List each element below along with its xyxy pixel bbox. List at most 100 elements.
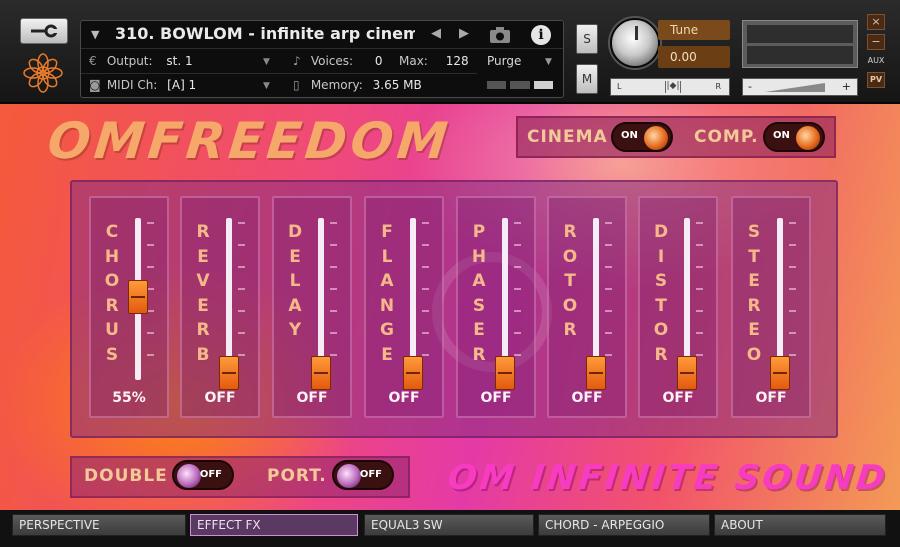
patch-menu-arrow-icon[interactable]: ▼: [91, 28, 99, 41]
tab-about[interactable]: ABOUT: [714, 514, 886, 536]
pv-button[interactable]: PV: [867, 72, 885, 88]
volume-slider[interactable]: - +: [742, 78, 858, 96]
volume-ramp-icon: [765, 83, 825, 92]
aux-button[interactable]: AUX: [866, 56, 886, 65]
purge-dropdown-icon[interactable]: ▼: [545, 57, 552, 67]
pan-slider[interactable]: L |◆| R: [610, 78, 730, 96]
camera-icon[interactable]: [485, 23, 515, 47]
fx-slider-ticks: [696, 222, 704, 362]
fx-channel-reverb: R E V E R B OFF: [180, 196, 260, 418]
fx-slider-thumb[interactable]: [770, 356, 790, 390]
max-voices-field[interactable]: Max: 128: [399, 54, 469, 68]
pan-left-label: L: [617, 82, 622, 91]
port-knob: [337, 464, 361, 488]
instrument-header: ▼ 310. BOWLOM - infinite arp cinema ◀ ▶ …: [0, 0, 900, 104]
fx-slider-ticks: [789, 222, 797, 362]
patch-info-panel: ▼ 310. BOWLOM - infinite arp cinema ◀ ▶ …: [80, 20, 564, 98]
level-meter-left: [747, 25, 853, 43]
tab-chord-arpeggio[interactable]: CHORD - ARPEGGIO: [538, 514, 710, 536]
fx-name: REVERB: [196, 222, 210, 365]
fx-slider-thumb[interactable]: [128, 280, 148, 315]
fx-value: OFF: [204, 390, 236, 406]
fx-name: CHORUS: [104, 222, 120, 365]
midi-channel-field[interactable]: ◙ MIDI Ch: [A] 1: [89, 78, 196, 92]
patch-row-divider: [81, 73, 477, 74]
memory-value: 3.65 MB: [372, 78, 422, 92]
minimize-button[interactable]: −: [867, 34, 885, 50]
solo-button[interactable]: S: [576, 24, 598, 54]
purge-meters: [487, 81, 553, 89]
pan-right-label: R: [715, 82, 721, 91]
memory-icon: ▯: [293, 78, 300, 92]
tune-knob[interactable]: [610, 18, 660, 68]
comp-label: COMP.: [694, 127, 759, 147]
voices-icon: ♪: [293, 54, 301, 68]
fx-value: OFF: [296, 390, 328, 406]
fx-slider-ticks: [147, 222, 155, 362]
output-field[interactable]: € Output: st. 1: [89, 54, 193, 68]
tab-effect-fx[interactable]: EFFECT FX: [190, 514, 358, 536]
wrench-button[interactable]: [20, 18, 68, 44]
output-dropdown-icon[interactable]: ▼: [263, 57, 270, 67]
cinema-knob: [644, 126, 668, 150]
fx-slider-thumb[interactable]: [311, 356, 331, 390]
purge-button[interactable]: Purge: [487, 54, 521, 68]
fx-channel-distor: D I S T O R OFF: [638, 196, 718, 418]
fx-slider-ticks: [422, 222, 430, 362]
double-switch[interactable]: OFF: [172, 460, 234, 490]
fx-slider-ticks: [330, 222, 338, 362]
tune-value[interactable]: 0.00: [658, 46, 730, 68]
comp-knob: [796, 126, 820, 150]
midi-icon: ◙: [89, 78, 101, 92]
fx-channel-phaser: P H A S E R OFF: [456, 196, 536, 418]
fx-channel-delay: D E L A Y OFF: [272, 196, 352, 418]
fx-channel-flange: F L A N G E OFF: [364, 196, 444, 418]
port-state: OFF: [359, 469, 382, 480]
voices-field: ♪ Voices: 0: [293, 54, 383, 68]
fx-value: OFF: [571, 390, 603, 406]
output-label: Output:: [106, 54, 153, 68]
fx-slider-thumb[interactable]: [586, 356, 606, 390]
tune-label: Tune: [658, 20, 730, 40]
sound-title: OM INFINITE SOUND: [445, 458, 890, 498]
mute-button[interactable]: M: [576, 64, 598, 94]
memory-label: Memory:: [310, 78, 363, 92]
comp-switch[interactable]: ON: [763, 122, 825, 152]
double-state: OFF: [199, 469, 222, 480]
max-value: 128: [445, 54, 469, 68]
prev-patch-icon[interactable]: ◀: [431, 26, 441, 41]
port-switch[interactable]: OFF: [332, 460, 394, 490]
voices-label: Voices:: [310, 54, 354, 68]
fx-channel-rotor: R O T O R OFF: [547, 196, 627, 418]
fx-name: DISTOR: [653, 222, 669, 365]
fx-slider-ticks: [514, 222, 522, 362]
patch-title[interactable]: 310. BOWLOM - infinite arp cinema: [115, 24, 415, 43]
tab-perspective[interactable]: PERSPECTIVE: [12, 514, 186, 536]
fx-slider-thumb[interactable]: [219, 356, 239, 390]
output-value: st. 1: [166, 54, 193, 68]
volume-plus[interactable]: +: [842, 80, 851, 93]
midi-dropdown-icon[interactable]: ▼: [263, 81, 270, 91]
tab-bar: PERSPECTIVE EFFECT FX EQUAL3 SW CHORD - …: [0, 510, 900, 547]
volume-minus[interactable]: -: [748, 80, 752, 93]
midi-label: MIDI Ch:: [106, 78, 158, 92]
next-patch-icon[interactable]: ▶: [459, 26, 469, 41]
tab-equal3-sw[interactable]: EQUAL3 SW: [364, 514, 534, 536]
cinema-switch[interactable]: ON: [611, 122, 673, 152]
fx-name: DELAY: [287, 222, 303, 340]
memory-field: ▯ Memory: 3.65 MB: [293, 78, 422, 92]
wrench-icon: [31, 24, 59, 38]
brand-logo-text: OMFREEDOM: [44, 112, 455, 170]
fx-slider-thumb[interactable]: [495, 356, 515, 390]
level-meter: [742, 20, 858, 68]
patch-title-row: ▼ 310. BOWLOM - infinite arp cinema ◀ ▶ …: [81, 21, 563, 49]
cinema-state: ON: [621, 130, 638, 141]
fx-slider-thumb[interactable]: [403, 356, 423, 390]
fx-slider-thumb[interactable]: [677, 356, 697, 390]
fx-value: OFF: [662, 390, 694, 406]
close-button[interactable]: ×: [867, 14, 885, 30]
pan-center-icon: |◆|: [665, 81, 681, 93]
info-icon[interactable]: i: [531, 25, 551, 45]
fx-name: STEREO: [746, 222, 762, 365]
lotus-logo-icon: [23, 53, 63, 93]
